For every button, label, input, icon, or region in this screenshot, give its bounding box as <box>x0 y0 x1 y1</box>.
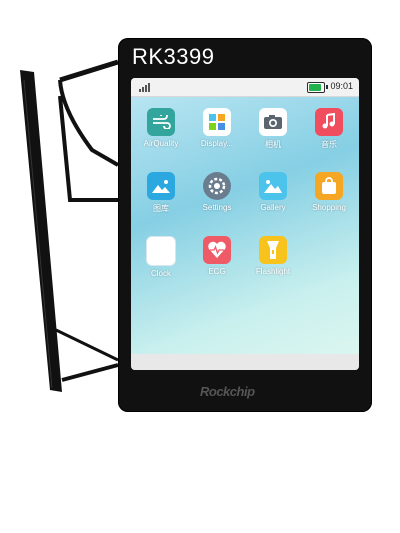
navigation-bar <box>131 354 359 370</box>
app-shopping[interactable]: Shopping <box>307 172 351 212</box>
app-camera[interactable]: 相机 <box>251 108 295 150</box>
clock-icon <box>146 236 176 266</box>
settings-icon <box>203 172 231 200</box>
app-clock[interactable]: Clock <box>139 236 183 278</box>
app-gallery[interactable]: Gallery <box>251 172 295 212</box>
app-label: Gallery <box>260 203 286 212</box>
battery-tip <box>326 85 328 89</box>
wind-icon <box>147 108 175 136</box>
battery-icon <box>307 82 325 93</box>
app-music[interactable]: 音乐 <box>307 108 351 150</box>
app-label: 相机 <box>265 140 281 149</box>
heart-icon <box>203 236 231 264</box>
app-label: Clock <box>150 269 171 278</box>
flashlight-icon <box>259 236 287 264</box>
app-ecg[interactable]: ECG <box>195 236 239 276</box>
display-icon <box>203 108 231 136</box>
battery-fill <box>309 84 321 91</box>
app-flashlight[interactable]: Flashlight <box>251 236 295 276</box>
app-label: Display... <box>200 139 234 148</box>
shopping-bag-icon <box>315 172 343 200</box>
camera-icon <box>259 108 287 136</box>
device-title: RK3399 <box>132 44 215 69</box>
status-time: 09:01 <box>330 81 353 91</box>
signal-icon <box>139 83 150 92</box>
app-label: 图库 <box>153 204 169 213</box>
app-display[interactable]: Display... <box>195 108 239 148</box>
landscape-icon <box>259 172 287 200</box>
app-label: AirQuality <box>143 139 179 148</box>
image-icon <box>147 172 175 200</box>
app-air-quality[interactable]: AirQuality <box>139 108 183 148</box>
app-label: ECG <box>208 267 226 276</box>
app-label: 音乐 <box>321 140 337 149</box>
app-label: Flashlight <box>255 267 291 276</box>
app-label: Shopping <box>312 203 346 212</box>
app-settings[interactable]: Settings <box>195 172 239 212</box>
app-gallery-cn[interactable]: 图库 <box>139 172 183 214</box>
app-label: Settings <box>202 203 232 212</box>
brand-logo: Rockchip <box>200 384 255 399</box>
music-icon <box>315 108 343 136</box>
status-bar: 09:01 <box>131 78 359 97</box>
home-screen: 09:01 AirQuality Display... 相机 音乐 图库 Set… <box>131 78 359 370</box>
